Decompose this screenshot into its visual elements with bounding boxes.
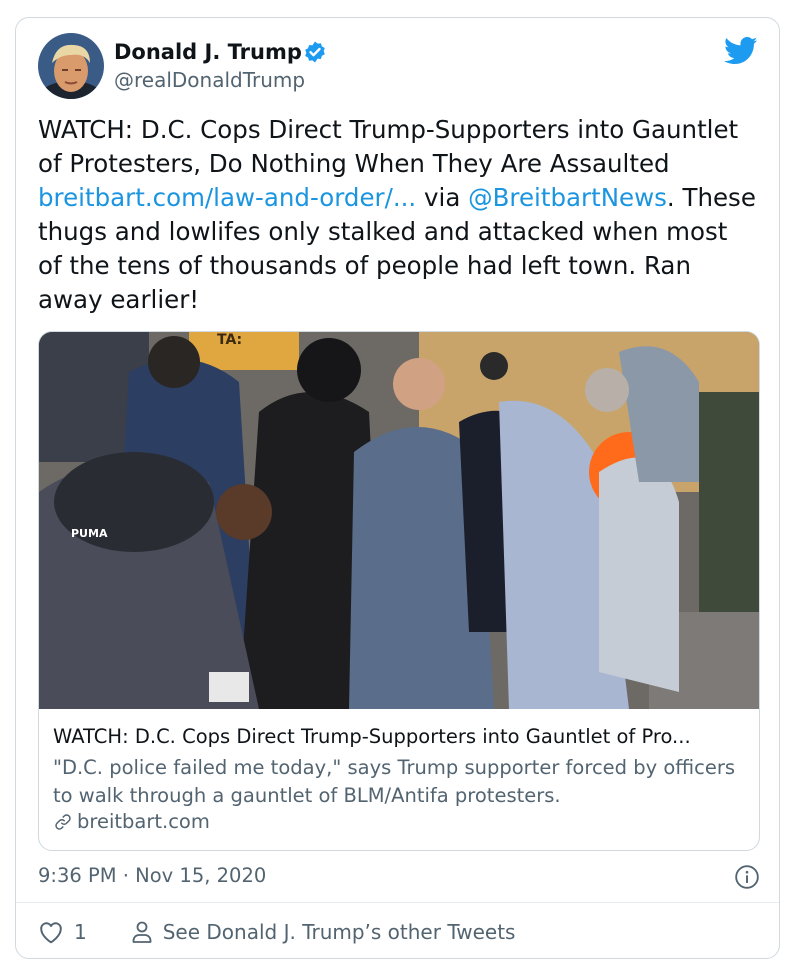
divider bbox=[16, 902, 779, 903]
info-icon[interactable] bbox=[734, 864, 760, 890]
user-name[interactable]: Donald J. Trump bbox=[114, 40, 302, 64]
heart-icon bbox=[40, 922, 62, 944]
tweet-text: WATCH: D.C. Cops Direct Trump-Supporters… bbox=[38, 113, 758, 317]
see-other-tweets-link[interactable]: See Donald J. Trump’s other Tweets bbox=[131, 920, 516, 944]
cap-logo-text: PUMA bbox=[71, 527, 108, 540]
tweet-text-part: WATCH: D.C. Cops Direct Trump-Supporters… bbox=[38, 115, 739, 178]
avatar[interactable] bbox=[38, 33, 104, 99]
user-handle[interactable]: @realDonaldTrump bbox=[114, 68, 305, 92]
mention-link[interactable]: @BreitbartNews bbox=[468, 183, 667, 212]
tweet-link[interactable]: breitbart.com/law-and-order/... bbox=[38, 183, 416, 212]
tweet-card: Donald J. Trump @realDonaldTrump WATCH: … bbox=[15, 17, 780, 959]
link-card-title[interactable]: WATCH: D.C. Cops Direct Trump-Supporters… bbox=[53, 725, 753, 748]
protest-sign-text: TA: bbox=[217, 332, 242, 348]
link-preview-card[interactable]: TA: PUMA WATCH: D.C. Cops Direct Trump-S… bbox=[38, 331, 760, 851]
domain-text: breitbart.com bbox=[77, 810, 210, 833]
verified-badge-icon bbox=[305, 41, 325, 63]
twitter-bird-icon[interactable] bbox=[724, 36, 758, 66]
tweet-text-via: via bbox=[416, 183, 469, 212]
link-card-domain[interactable]: breitbart.com bbox=[53, 810, 210, 833]
like-button[interactable]: 1 bbox=[38, 920, 87, 944]
preview-image: TA: PUMA bbox=[39, 332, 759, 709]
timestamp[interactable]: 9:36 PM · Nov 15, 2020 bbox=[38, 864, 266, 887]
see-other-tweets-label: See Donald J. Trump’s other Tweets bbox=[162, 920, 516, 944]
person-icon bbox=[132, 921, 152, 943]
link-icon bbox=[55, 813, 71, 830]
link-card-description: "D.C. police failed me today," says Trum… bbox=[53, 756, 736, 807]
like-count: 1 bbox=[74, 920, 87, 944]
tweet-actions: 1 See Donald J. Trump’s other Tweets bbox=[38, 920, 515, 944]
